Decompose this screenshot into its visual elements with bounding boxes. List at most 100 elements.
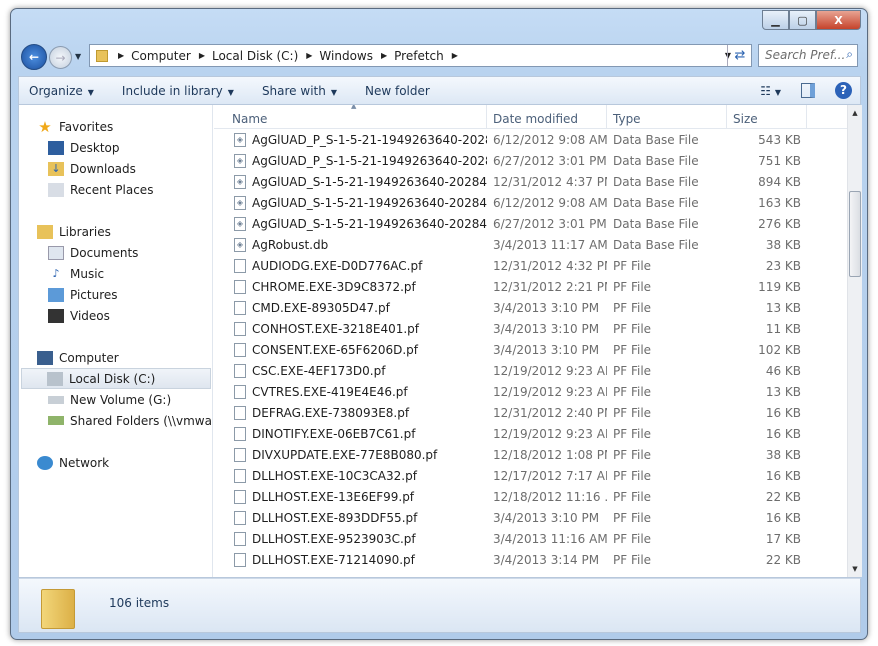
videos-icon	[48, 308, 64, 323]
file-row[interactable]: DLLHOST.EXE-71214090.pf 3/4/2013 3:14 PM…	[214, 549, 847, 570]
search-input[interactable]: Search Pref... ⌕	[758, 44, 858, 67]
preview-pane-button[interactable]	[801, 83, 815, 98]
column-type[interactable]: Type	[607, 105, 727, 128]
file-date: 12/31/2012 4:32 PM	[493, 258, 607, 273]
pictures-icon	[48, 287, 64, 302]
file-row[interactable]: ◈ AgGlUAD_P_S-1-5-21-1949263640-20284... …	[214, 129, 847, 150]
nav-network[interactable]: Network	[37, 452, 109, 473]
file-row[interactable]: ◈AgGlUAD_S-1-5-21-1949263640-2028496... …	[214, 213, 847, 234]
refresh-button[interactable]: ⇄	[727, 45, 752, 66]
vertical-scrollbar[interactable]: ▲ ▼	[847, 105, 862, 577]
close-button[interactable]: X	[816, 10, 861, 30]
file-icon	[234, 363, 246, 378]
file-date: 12/19/2012 9:23 AM	[493, 363, 607, 378]
recent-pages-dropdown[interactable]: ▼	[75, 52, 81, 61]
network-drive-icon	[48, 416, 64, 425]
file-row[interactable]: DINOTIFY.EXE-06EB7C61.pf 12/19/2012 9:23…	[214, 423, 847, 444]
file-date: 3/4/2013 11:16 AM	[493, 531, 607, 546]
file-row[interactable]: CSC.EXE-4EF173D0.pf 12/19/2012 9:23 AM P…	[214, 360, 847, 381]
database-file-icon: ◈	[234, 153, 246, 168]
file-row[interactable]: ◈ AgGlUAD_P_S-1-5-21-1949263640-20284... …	[214, 150, 847, 171]
file-row[interactable]: DIVXUPDATE.EXE-77E8B080.pf 12/18/2012 1:…	[214, 444, 847, 465]
file-date: 3/4/2013 3:10 PM	[493, 321, 600, 336]
file-row[interactable]: ◈AgGlUAD_S-1-5-21-1949263640-2028496... …	[214, 171, 847, 192]
file-row[interactable]: DLLHOST.EXE-893DDF55.pf 3/4/2013 3:10 PM…	[214, 507, 847, 528]
scroll-thumb[interactable]	[849, 191, 861, 277]
file-size: 16 KB	[765, 426, 801, 441]
file-date: 3/4/2013 3:10 PM	[493, 300, 600, 315]
address-bar[interactable]: ▶ Computer ▶ Local Disk (C:) ▶ Windows ▶ Pre…	[89, 44, 752, 67]
computer-icon	[37, 350, 53, 365]
file-type: Data Base File	[613, 132, 699, 147]
nav-shared-folders[interactable]: Shared Folders (\\vmware-host)	[48, 410, 212, 431]
nav-desktop[interactable]: Desktop	[48, 137, 120, 158]
nav-documents[interactable]: Documents	[48, 242, 138, 263]
details-pane: 106 items	[18, 578, 861, 633]
organize-button[interactable]: Organize ▼	[19, 84, 104, 98]
file-size: 894 KB	[758, 174, 801, 189]
file-size: 119 KB	[758, 279, 801, 294]
help-button[interactable]: ?	[835, 82, 852, 99]
file-name: DLLHOST.EXE-9523903C.pf	[252, 531, 416, 546]
include-in-library-button[interactable]: Include in library ▼	[112, 84, 244, 98]
nav-videos[interactable]: Videos	[48, 305, 110, 326]
file-icon	[234, 468, 246, 483]
share-with-button[interactable]: Share with ▼	[252, 84, 347, 98]
forward-button[interactable]: →	[49, 46, 72, 69]
item-count: 106 items	[109, 596, 170, 610]
file-date: 12/19/2012 9:23 AM	[493, 426, 607, 441]
column-date[interactable]: Date modified	[487, 105, 607, 128]
nav-pictures[interactable]: Pictures	[48, 284, 118, 305]
scroll-up-button[interactable]: ▲	[848, 105, 862, 121]
crumb-windows[interactable]: Windows	[319, 49, 373, 63]
recent-places-icon	[48, 182, 64, 197]
crumb-prefetch[interactable]: Prefetch	[394, 49, 444, 63]
caption-buttons: ▁ ▢ X	[762, 10, 861, 30]
desktop-icon	[48, 140, 64, 155]
file-row[interactable]: DEFRAG.EXE-738093E8.pf 12/31/2012 2:40 P…	[214, 402, 847, 423]
nav-favorites[interactable]: ★ Favorites	[37, 116, 113, 137]
column-size[interactable]: Size	[727, 105, 807, 128]
file-icon	[234, 342, 246, 357]
file-row[interactable]: CMD.EXE-89305D47.pf 3/4/2013 3:10 PM PF …	[214, 297, 847, 318]
file-row[interactable]: CHROME.EXE-3D9C8372.pf 12/31/2012 2:21 P…	[214, 276, 847, 297]
star-icon: ★	[38, 117, 52, 136]
folder-icon	[41, 589, 75, 629]
nav-recent-places[interactable]: Recent Places	[48, 179, 153, 200]
file-row[interactable]: ◈ AgRobust.db 3/4/2013 11:17 AM Data Base…	[214, 234, 847, 255]
file-row[interactable]: DLLHOST.EXE-13E6EF99.pf 12/18/2012 11:16…	[214, 486, 847, 507]
maximize-button[interactable]: ▢	[789, 10, 816, 30]
view-options-button[interactable]: ☷ ▼	[760, 84, 781, 98]
file-row[interactable]: AUDIODG.EXE-D0D776AC.pf 12/31/2012 4:32 …	[214, 255, 847, 276]
file-type: PF File	[613, 531, 652, 546]
file-date: 12/19/2012 9:23 AM	[493, 384, 607, 399]
nav-music[interactable]: ♪ Music	[48, 263, 104, 284]
nav-local-disk[interactable]: Local Disk (C:)	[21, 368, 211, 389]
file-row[interactable]: DLLHOST.EXE-9523903C.pf 3/4/2013 11:16 A…	[214, 528, 847, 549]
file-row[interactable]: CONHOST.EXE-3218E401.pf 3/4/2013 3:10 PM…	[214, 318, 847, 339]
file-type: PF File	[613, 300, 652, 315]
file-name: CONHOST.EXE-3218E401.pf	[252, 321, 420, 336]
crumb-local-disk[interactable]: Local Disk (C:)	[212, 49, 298, 63]
file-row[interactable]: CONSENT.EXE-65F6206D.pf 3/4/2013 3:10 PM…	[214, 339, 847, 360]
crumb-computer[interactable]: Computer	[131, 49, 191, 63]
file-type: Data Base File	[613, 237, 699, 252]
nav-downloads[interactable]: ↓ Downloads	[48, 158, 136, 179]
new-folder-button[interactable]: New folder	[355, 84, 440, 98]
column-name[interactable]: Name	[214, 105, 487, 128]
nav-libraries[interactable]: Libraries	[37, 221, 111, 242]
file-row[interactable]: DLLHOST.EXE-10C3CA32.pf 12/17/2012 7:17 …	[214, 465, 847, 486]
navigation-pane: ★ Favorites Desktop ↓ Downloads Recent Pla…	[19, 105, 213, 577]
scroll-down-button[interactable]: ▼	[848, 561, 862, 577]
back-button[interactable]: ←	[21, 44, 47, 70]
nav-new-volume[interactable]: New Volume (G:)	[48, 389, 171, 410]
file-date: 6/27/2012 3:01 PM	[493, 153, 607, 168]
nav-computer[interactable]: Computer	[37, 347, 119, 368]
file-row[interactable]: CVTRES.EXE-419E4E46.pf 12/19/2012 9:23 A…	[214, 381, 847, 402]
search-icon: ⌕	[846, 47, 853, 61]
file-size: 16 KB	[765, 468, 801, 483]
libraries-icon	[37, 224, 53, 239]
file-row[interactable]: ◈AgGlUAD_S-1-5-21-1949263640-2028496... …	[214, 192, 847, 213]
file-type: Data Base File	[613, 174, 699, 189]
minimize-button[interactable]: ▁	[762, 10, 789, 30]
